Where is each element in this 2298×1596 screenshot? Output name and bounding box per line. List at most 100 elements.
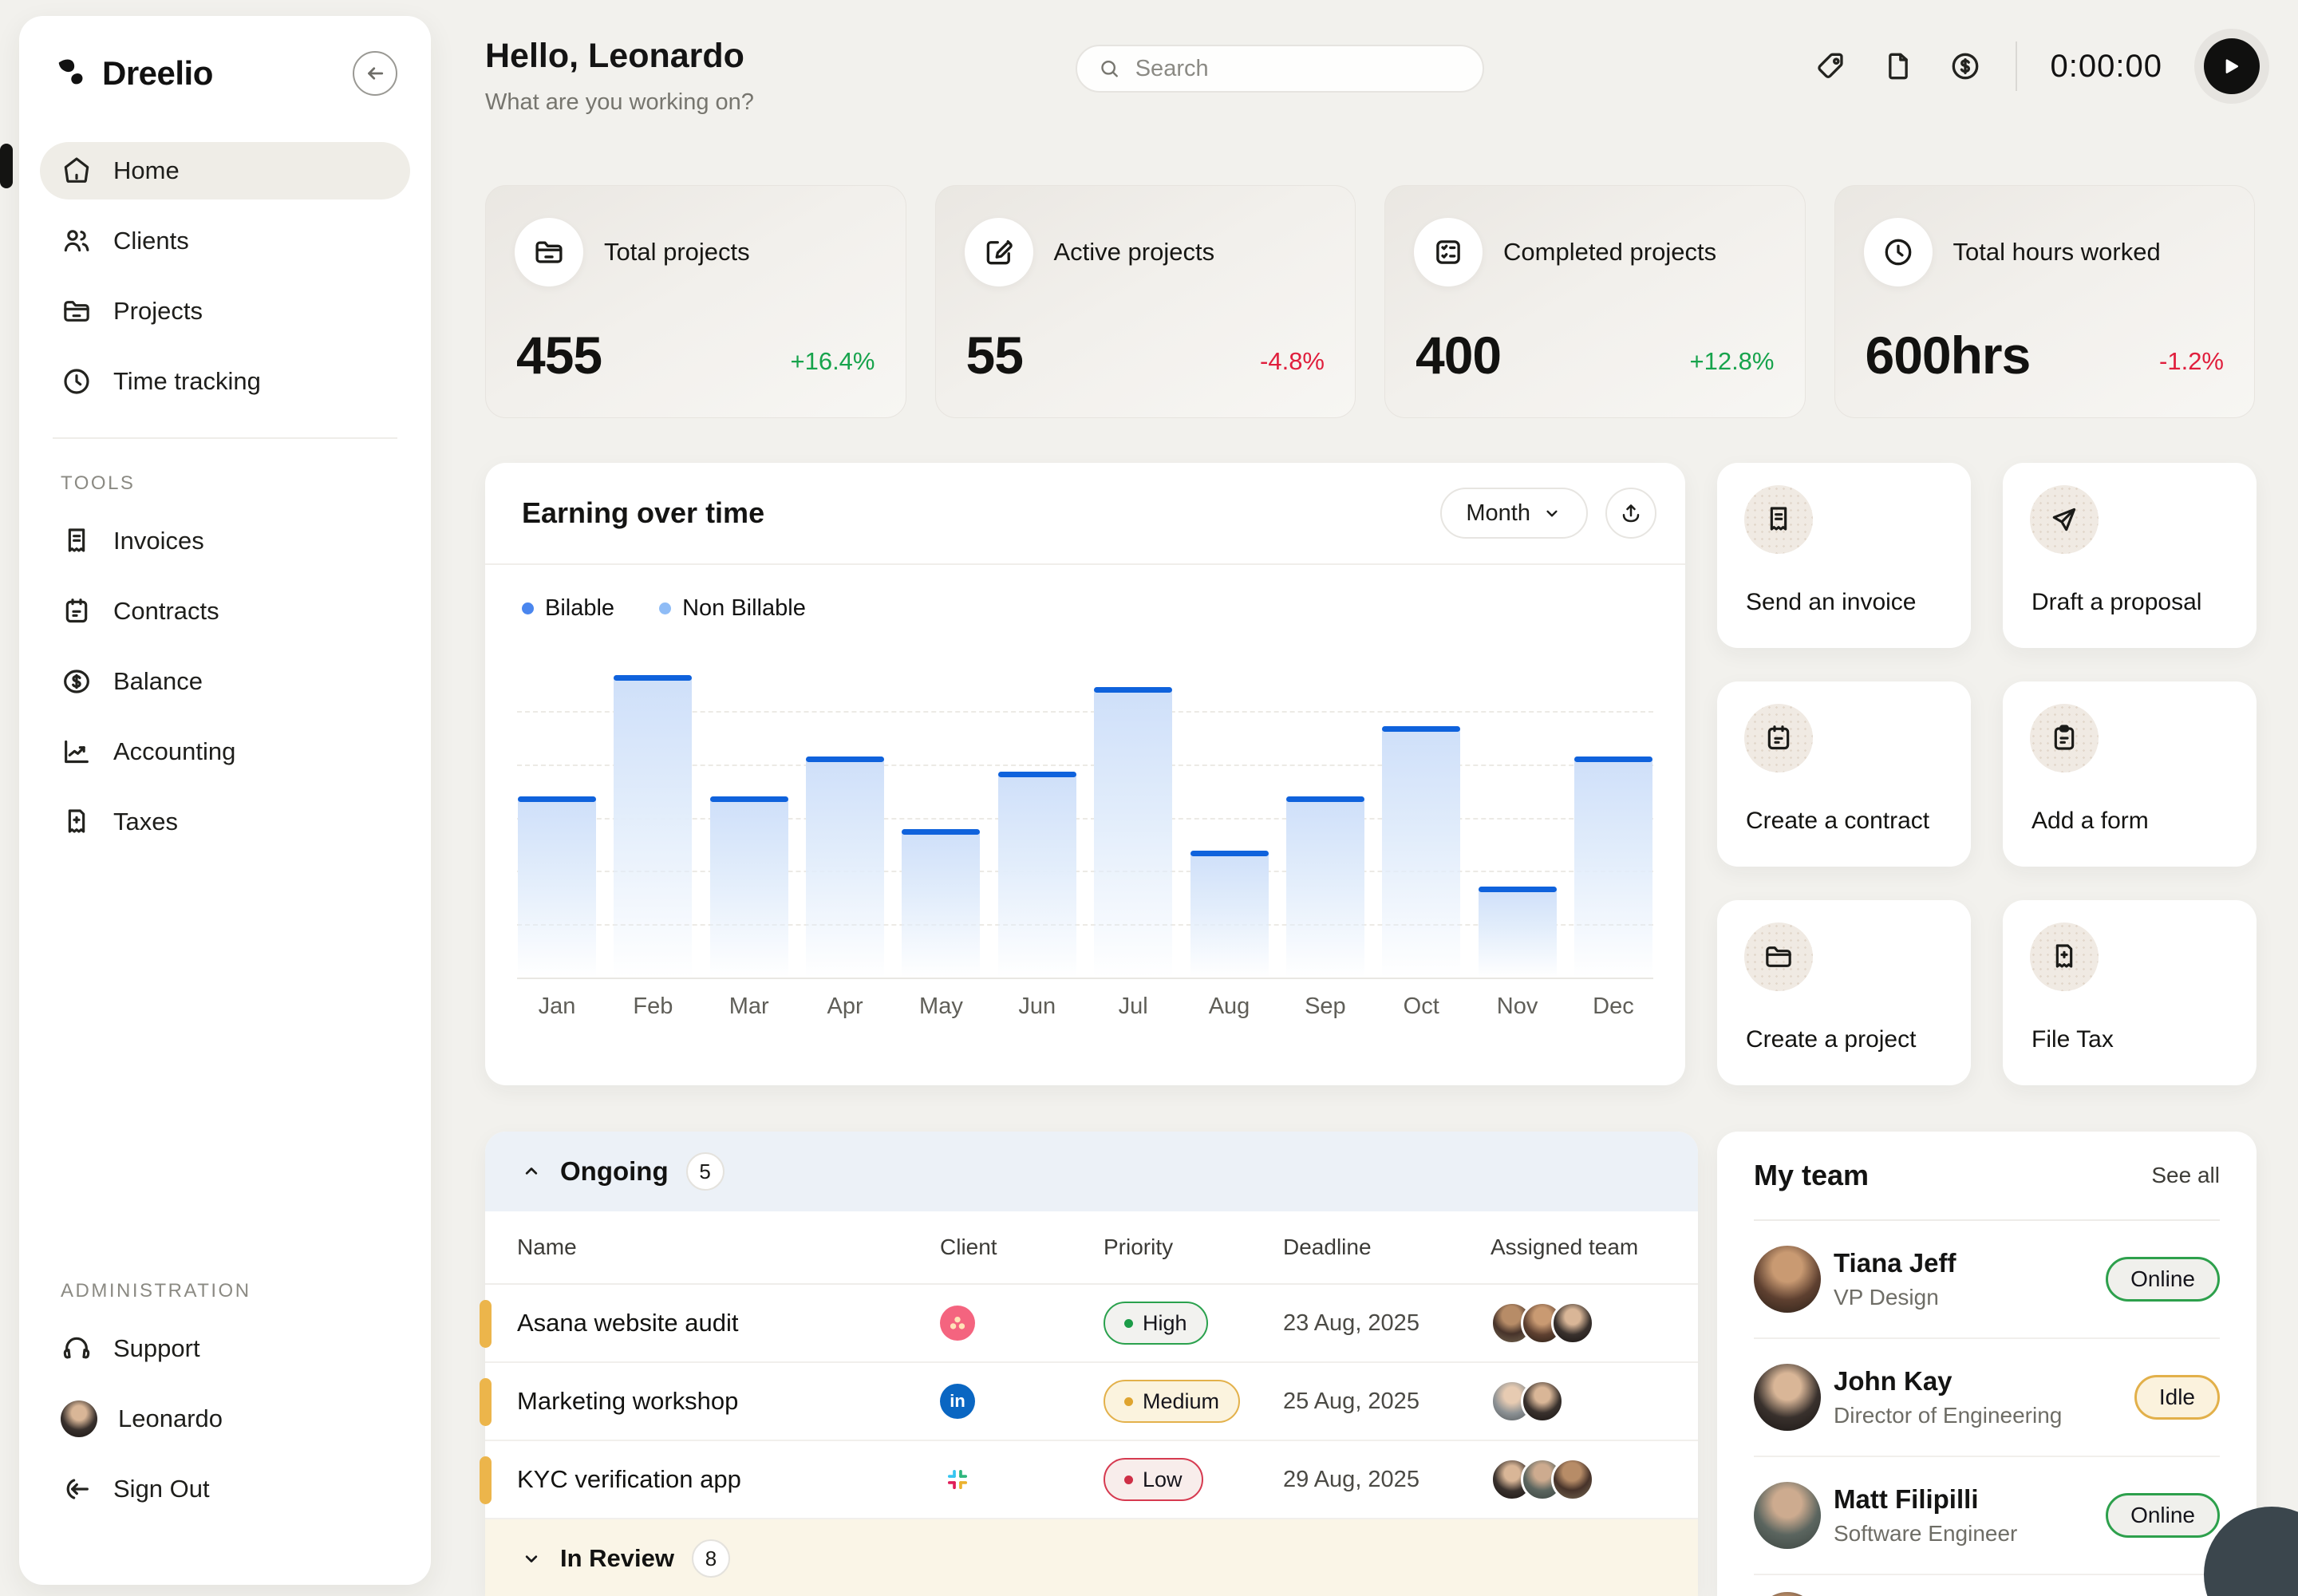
action-create-contract[interactable]: Create a contract <box>1717 681 1971 867</box>
invoice-icon <box>1744 485 1813 554</box>
priority-badge: Medium <box>1104 1380 1240 1423</box>
bar-apr <box>805 757 885 978</box>
action-create-project[interactable]: Create a project <box>1717 900 1971 1085</box>
team-title: My team <box>1754 1159 1869 1192</box>
edit-icon <box>965 218 1033 286</box>
avatar <box>61 1400 97 1437</box>
action-file-tax[interactable]: File Tax <box>2003 900 2257 1085</box>
team-member[interactable]: Tiana Jeff VP Design Online <box>1754 1221 2220 1339</box>
range-dropdown[interactable]: Month <box>1440 488 1588 539</box>
bar-cap <box>806 757 884 762</box>
document-icon[interactable] <box>1881 49 1915 83</box>
avatar <box>1551 1458 1594 1501</box>
clock-icon <box>61 365 93 397</box>
sidebar-collapse-button[interactable] <box>353 51 397 96</box>
quick-actions: Send an invoice Draft a proposal Create … <box>1717 463 2257 1085</box>
dreelio-logo-icon <box>53 55 89 92</box>
stat-total-hours: Total hours worked 600hrs -1.2% <box>1834 185 2256 418</box>
team-member[interactable]: John Kay Director of Engineering Idle <box>1754 1339 2220 1457</box>
stat-active-projects: Active projects 55 -4.8% <box>935 185 1356 418</box>
users-icon <box>61 225 93 257</box>
bar-cap <box>1574 757 1652 762</box>
row-accent-bar <box>480 1300 492 1348</box>
sidebar-item-support[interactable]: Support <box>40 1320 410 1377</box>
chevron-up-icon <box>520 1160 543 1183</box>
priority-badge: Low <box>1104 1458 1203 1501</box>
avatar <box>1551 1302 1594 1345</box>
clock-icon <box>1864 218 1933 286</box>
sidebar-item-label: Support <box>113 1334 200 1363</box>
chart-title: Earning over time <box>522 496 764 530</box>
status-badge: Online <box>2106 1493 2220 1538</box>
sidebar-item-balance[interactable]: Balance <box>40 653 410 710</box>
in-review-section-header[interactable]: In Review 8 <box>485 1519 1698 1596</box>
tax-receipt-icon <box>61 806 93 838</box>
chart-legend: Bilable Non Billable <box>522 595 1685 622</box>
see-all-link[interactable]: See all <box>2151 1163 2220 1188</box>
sidebar-item-label: Sign Out <box>113 1475 210 1503</box>
priority-dot <box>1124 1476 1133 1484</box>
search-bar[interactable] <box>1076 45 1484 93</box>
member-role: VP Design <box>1834 1285 2106 1310</box>
sidebar-divider <box>53 437 397 439</box>
deadline: 23 Aug, 2025 <box>1283 1310 1491 1337</box>
x-tick-label: Oct <box>1381 994 1461 1020</box>
table-row[interactable]: KYC verification app Low 29 Aug, 2025 <box>485 1441 1698 1519</box>
earnings-plot <box>517 663 1653 979</box>
deadline: 29 Aug, 2025 <box>1283 1467 1491 1493</box>
action-draft-proposal[interactable]: Draft a proposal <box>2003 463 2257 648</box>
action-label: File Tax <box>2031 1026 2114 1053</box>
x-tick-label: Feb <box>613 994 693 1020</box>
section-title: Ongoing <box>560 1156 669 1187</box>
sidebar-item-clients[interactable]: Clients <box>40 212 410 270</box>
export-chart-button[interactable] <box>1605 488 1656 539</box>
bar-oct <box>1381 726 1461 978</box>
tag-icon[interactable] <box>1814 49 1848 83</box>
bar-cap <box>710 796 788 802</box>
admin-section-label: ADMINISTRATION <box>19 1274 431 1315</box>
x-tick-label: Mar <box>709 994 789 1020</box>
action-label: Add a form <box>2031 808 2149 835</box>
action-add-form[interactable]: Add a form <box>2003 681 2257 867</box>
sidebar-item-label: Leonardo <box>118 1404 223 1433</box>
stat-value: 455 <box>516 325 602 385</box>
sidebar-item-label: Home <box>113 156 180 185</box>
table-row[interactable]: Marketing workshop in Medium 25 Aug, 202… <box>485 1363 1698 1441</box>
priority-label: High <box>1143 1311 1187 1336</box>
folder-icon <box>515 218 583 286</box>
tax-file-icon <box>2030 922 2099 991</box>
asana-icon <box>940 1306 975 1341</box>
stat-delta: -4.8% <box>1260 347 1325 376</box>
sidebar-item-profile[interactable]: Leonardo <box>40 1390 410 1448</box>
sidebar-item-contracts[interactable]: Contracts <box>40 583 410 640</box>
dollar-circle-icon[interactable] <box>1949 49 1982 83</box>
col-deadline: Deadline <box>1283 1235 1491 1260</box>
bar-sep <box>1285 796 1365 978</box>
action-send-invoice[interactable]: Send an invoice <box>1717 463 1971 648</box>
contract-icon <box>1744 704 1813 772</box>
ongoing-section-header[interactable]: Ongoing 5 <box>485 1132 1698 1211</box>
sidebar-item-accounting[interactable]: Accounting <box>40 723 410 780</box>
sidebar-item-projects[interactable]: Projects <box>40 282 410 340</box>
sidebar-item-invoices[interactable]: Invoices <box>40 512 410 570</box>
team-member[interactable]: Matt Filipilli Software Engineer Online <box>1754 1457 2220 1575</box>
stat-delta: -1.2% <box>2159 347 2224 376</box>
slack-icon <box>940 1462 975 1497</box>
table-row[interactable]: Asana website audit High 23 Aug, 2025 <box>485 1285 1698 1363</box>
sidebar-admin: Support Leonardo Sign Out <box>19 1320 431 1518</box>
play-icon <box>2220 54 2244 78</box>
sidebar-item-sign-out[interactable]: Sign Out <box>40 1460 410 1518</box>
search-input[interactable] <box>1135 56 1462 82</box>
sidebar-item-time-tracking[interactable]: Time tracking <box>40 353 410 410</box>
legend-billable[interactable]: Bilable <box>522 595 614 622</box>
page-title: Hello, Leonardo <box>485 37 744 76</box>
start-timer-button[interactable] <box>2204 38 2260 94</box>
sidebar-item-home[interactable]: Home <box>40 142 410 200</box>
x-tick-label: Apr <box>805 994 885 1020</box>
legend-non-billable[interactable]: Non Billable <box>659 595 806 622</box>
assigned-avatars <box>1491 1380 1698 1423</box>
bar-jan <box>517 796 597 978</box>
sidebar-item-taxes[interactable]: Taxes <box>40 793 410 851</box>
stats-row: Total projects 455 +16.4% Active project… <box>485 185 2255 418</box>
chart-line-icon <box>61 736 93 768</box>
